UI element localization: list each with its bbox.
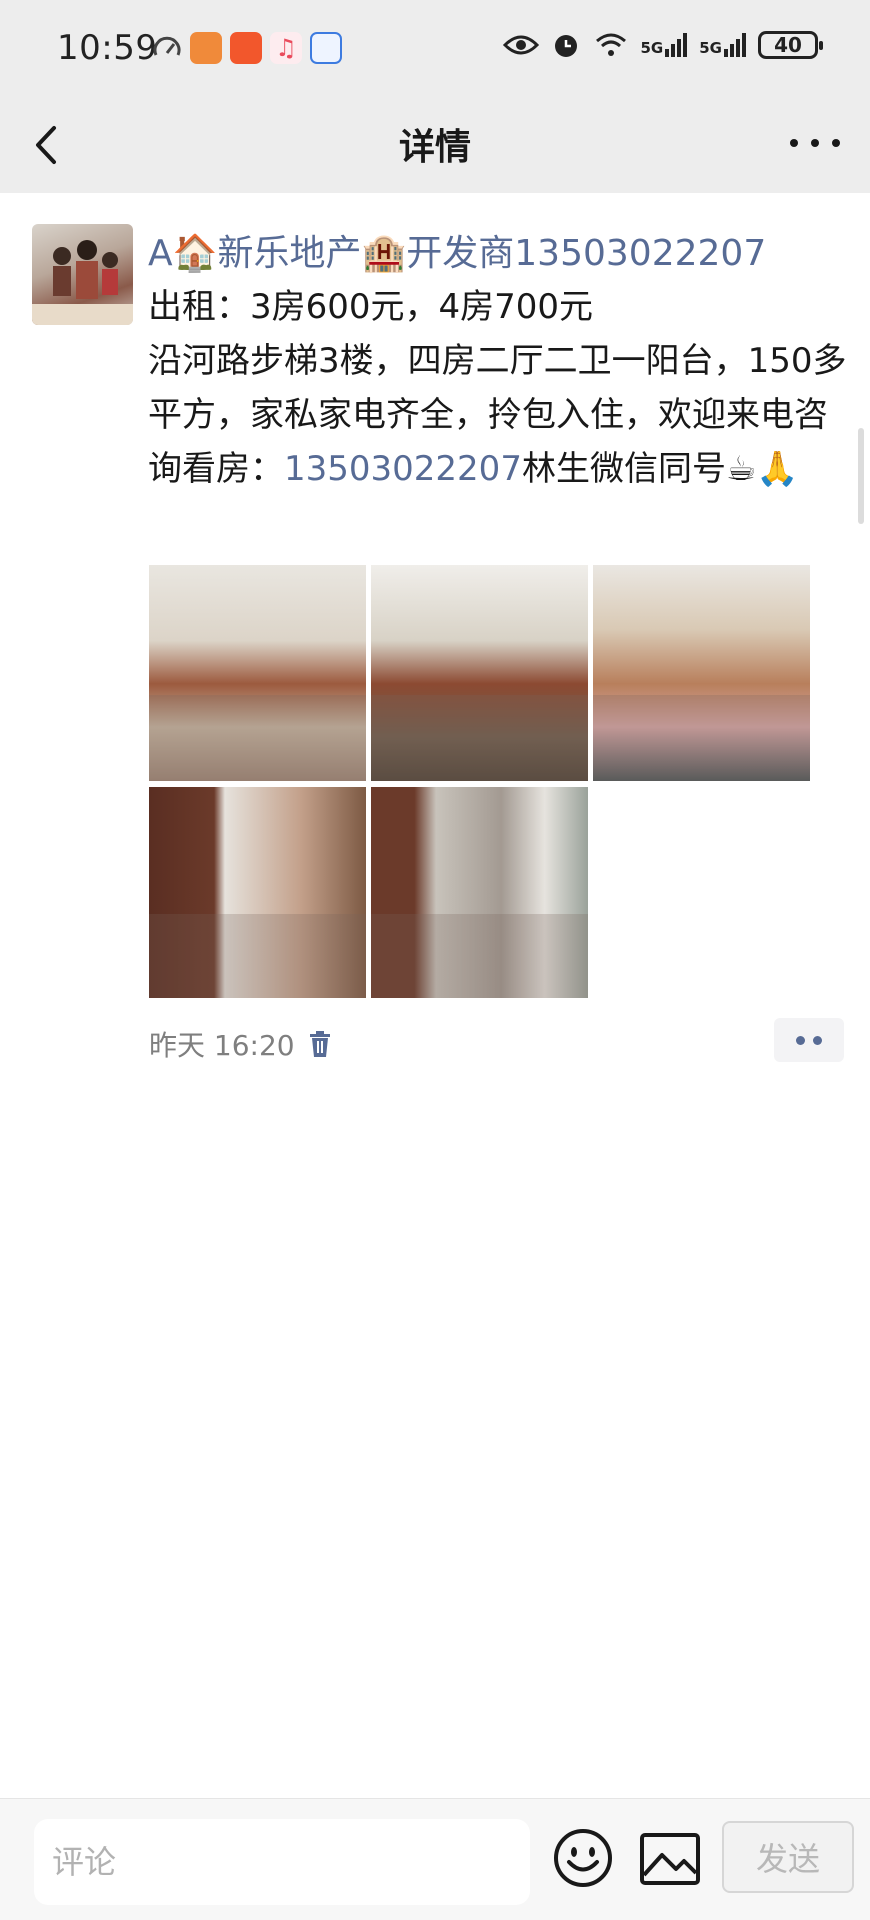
dot [790,139,798,147]
speedometer-icon [153,36,181,56]
page-title: 详情 [398,127,471,168]
wifi-icon [595,33,626,56]
phone-link[interactable]: 13503022207 [284,449,522,489]
dot [796,1035,805,1045]
avatar[interactable] [32,224,133,325]
post-line-1: 出租：3房600元，4房700元 [148,287,594,327]
system-icons: 5G 5G 40 [502,30,823,60]
scroll-indicator [858,428,864,524]
photo-bedroom-1[interactable] [593,565,810,781]
battery-icon: 40 [758,31,823,59]
app-heart-icon [190,32,222,64]
signal-bars-icon [665,33,688,57]
comment-input[interactable] [34,1819,530,1905]
signal-2-label: 5G [699,39,722,57]
post-time: 昨天 16:20 [149,1029,295,1062]
alarm-icon [554,35,577,57]
top-bar: 10:59 ♫ 5G 5G 40 详情 [0,0,870,193]
dot [813,1035,822,1045]
signal-1-label: 5G [640,39,664,57]
eye-icon [502,35,539,55]
music-note-icon: ♫ [270,32,302,64]
photo-balcony[interactable] [371,787,588,998]
photo-bedroom-2[interactable] [149,787,366,998]
trash-icon[interactable] [307,1030,333,1058]
post-text-end: 林生微信同号☕🙏 [521,449,799,489]
emoji-icon[interactable] [552,1827,614,1889]
send-button[interactable]: 发送 [722,1821,854,1893]
app-drop-icon [310,32,342,64]
post-meta: 昨天 16:20 [149,1024,333,1064]
author-name[interactable]: A🏠新乐地产🏨开发商13503022207 [148,224,766,276]
app-kuaishou-icon [230,32,262,64]
nav-bar: 详情 [0,100,870,193]
photo-living-room[interactable] [149,565,366,781]
more-options-button[interactable] [790,128,840,158]
photo-dining-room[interactable] [371,565,588,781]
screen: 10:59 ♫ 5G 5G 40 详情 A🏠新乐地产🏨开发商1350302220… [0,0,870,1920]
like-comment-button[interactable] [774,1018,844,1062]
avatar-photo [32,240,133,325]
comment-bar: 发送 [0,1798,870,1920]
status-time: 10:59 [57,28,158,68]
signal-5g-1: 5G [641,33,688,57]
dot [832,139,840,147]
image-icon[interactable] [638,1831,702,1887]
post-content: 出租：3房600元，4房700元 沿河路步梯3楼，四房二厅二卫一阳台，150多平… [148,280,848,496]
signal-bars-icon [724,33,746,57]
post-line-2: 沿河路步梯3楼，四房二厅二卫一阳台，150多平方，家私家电齐全，拎包入住，欢迎来… [148,334,848,496]
signal-5g-2: 5G [699,33,746,57]
status-bar: 10:59 ♫ 5G 5G 40 [0,0,870,100]
notification-icons: ♫ [152,32,342,64]
dot [811,139,819,147]
